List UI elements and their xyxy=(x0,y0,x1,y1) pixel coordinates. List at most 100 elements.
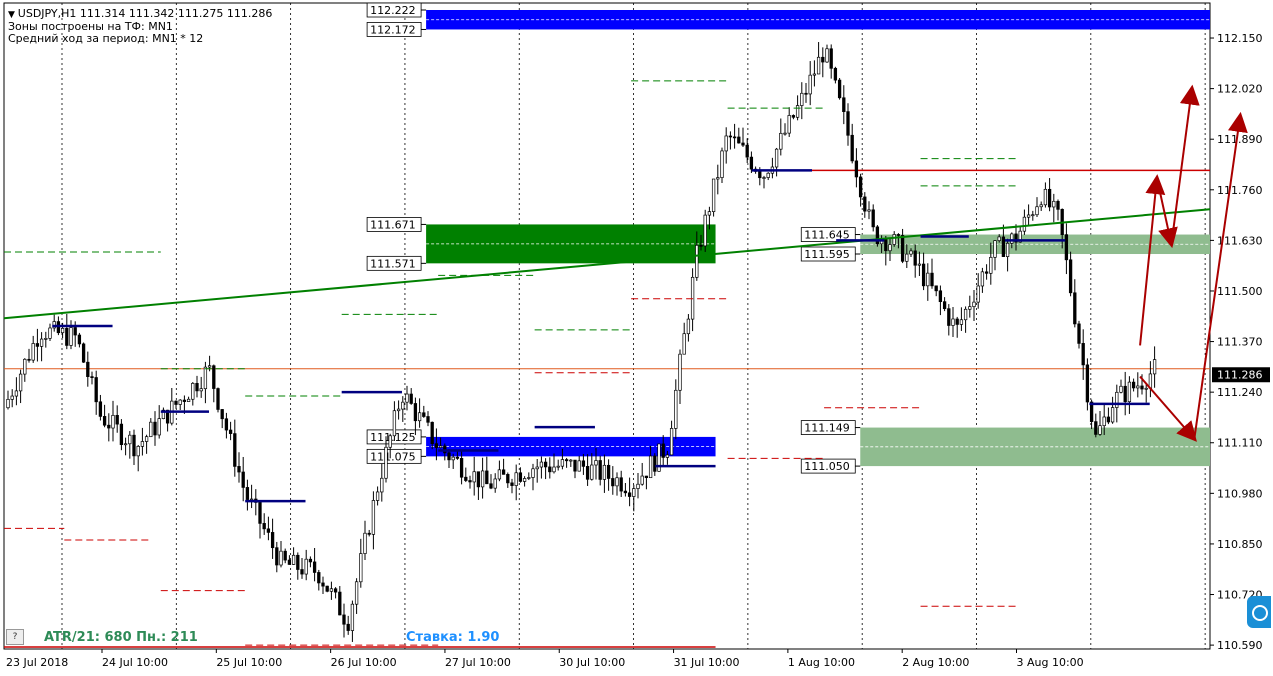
candle-body xyxy=(497,469,502,480)
candle-body xyxy=(682,333,686,355)
candle-body xyxy=(174,400,178,405)
candle-body xyxy=(749,156,754,170)
candle-body xyxy=(821,56,825,63)
zone-label-text: 111.075 xyxy=(370,450,416,463)
candle-body xyxy=(48,327,52,339)
candle-body xyxy=(266,528,271,533)
candle-body xyxy=(283,550,287,561)
candle-body xyxy=(182,399,187,402)
candle-body xyxy=(296,554,300,570)
candle-body xyxy=(896,234,901,236)
candle-body xyxy=(249,498,254,501)
candle-body xyxy=(132,434,136,457)
candle-body xyxy=(388,435,392,448)
candle-body xyxy=(392,410,397,437)
candle-body xyxy=(10,395,14,400)
candle-body xyxy=(1001,236,1006,257)
zone-price-label: 112.222 xyxy=(366,2,427,18)
candle-body xyxy=(917,263,922,266)
candle-body xyxy=(401,401,405,410)
candle-body xyxy=(325,585,329,592)
candle-body xyxy=(581,460,586,467)
candle-body xyxy=(489,483,493,489)
teamviewer-icon xyxy=(1252,605,1268,621)
price-chart[interactable]: 23 Jul 2018 24 Jul 10:00 25 Jul 10:00 26 Ju… xyxy=(0,0,1273,676)
candle-body xyxy=(65,327,69,346)
candle-body xyxy=(800,92,804,106)
candle-body xyxy=(942,301,947,310)
candle-body xyxy=(396,408,401,412)
x-tick-label: 1 Aug 10:00 xyxy=(788,656,855,669)
candle-body xyxy=(627,492,632,497)
candle-body xyxy=(18,373,23,392)
candle-body xyxy=(1068,259,1073,294)
candle-body xyxy=(930,272,934,287)
collapse-triangle-icon[interactable]: ▼ xyxy=(8,10,18,20)
candle-body xyxy=(1136,385,1140,389)
candle-body xyxy=(636,483,640,489)
x-tick-label: 31 Jul 10:00 xyxy=(674,656,740,669)
candle-body xyxy=(615,477,619,487)
candle-body xyxy=(447,452,451,461)
candle-body xyxy=(1039,204,1043,208)
candle-body xyxy=(216,388,220,410)
candle-body xyxy=(300,569,304,575)
candle-body xyxy=(1077,323,1081,344)
candle-body xyxy=(774,148,779,168)
symbol-ohlc: USDJPY,H1 111.314 111.342 111.275 111.28… xyxy=(17,7,273,20)
candle-body xyxy=(136,446,140,457)
candle-body xyxy=(665,454,670,458)
candle-body xyxy=(140,441,145,447)
candle-body xyxy=(241,471,245,488)
candle-body xyxy=(233,433,237,467)
zone-label-text: 111.149 xyxy=(804,422,850,435)
candle-body xyxy=(350,603,355,631)
y-tick-label: 110.590 xyxy=(1217,639,1263,652)
y-tick-label: 111.240 xyxy=(1217,386,1263,399)
candle-body xyxy=(1081,343,1085,366)
candle-body xyxy=(459,458,464,478)
candle-body xyxy=(455,456,460,459)
candle-body xyxy=(623,490,628,494)
candle-body xyxy=(564,459,569,462)
candle-body xyxy=(413,403,418,422)
candle-body xyxy=(795,105,800,118)
candle-body xyxy=(144,436,149,442)
candle-body xyxy=(1010,233,1014,244)
candle-body xyxy=(1127,381,1132,403)
candle-body xyxy=(409,393,413,404)
y-tick-label: 111.110 xyxy=(1217,437,1263,450)
candle-body xyxy=(884,239,888,252)
candle-body xyxy=(375,491,380,501)
candle-body xyxy=(816,56,821,75)
candle-body xyxy=(451,456,455,461)
candle-body xyxy=(1152,359,1157,375)
chart-window: 23 Jul 2018 24 Jul 10:00 25 Jul 10:00 26 Ju… xyxy=(0,0,1273,676)
plot-area xyxy=(3,2,1211,650)
candle-body xyxy=(1022,216,1027,232)
zone-price-label: 111.671 xyxy=(366,217,427,232)
candle-body xyxy=(963,308,968,321)
y-tick-label: 110.850 xyxy=(1217,538,1263,551)
candle-body xyxy=(829,48,833,69)
y-tick-label: 111.500 xyxy=(1217,285,1263,298)
candle-body xyxy=(976,285,980,303)
candle-body xyxy=(422,412,426,417)
candle-body xyxy=(989,256,993,274)
candle-body xyxy=(346,623,350,631)
candle-body xyxy=(186,398,191,402)
zone-price-label: 111.050 xyxy=(800,458,861,474)
candle-body xyxy=(119,423,124,445)
teamviewer-side-button[interactable] xyxy=(1247,596,1271,628)
candle-body xyxy=(585,466,590,480)
candle-body xyxy=(728,135,733,138)
candle-body xyxy=(720,150,724,178)
candle-body xyxy=(149,421,153,438)
candle-body xyxy=(737,136,741,144)
candle-body xyxy=(791,115,796,118)
zone-label-text: 111.571 xyxy=(370,257,416,270)
candle-body xyxy=(98,401,103,417)
help-button[interactable]: ? xyxy=(6,629,24,645)
candle-body xyxy=(695,244,699,278)
candle-body xyxy=(993,240,997,258)
